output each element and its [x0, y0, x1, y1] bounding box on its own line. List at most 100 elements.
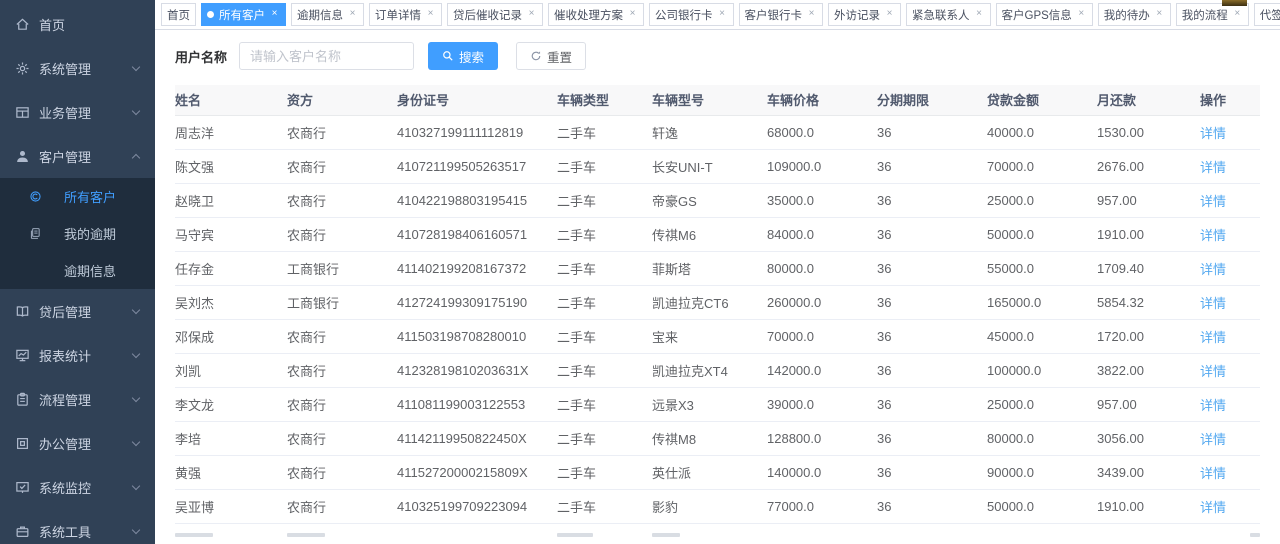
close-icon[interactable]: × — [1154, 9, 1165, 20]
tab-label: 逾期信息 — [297, 7, 343, 23]
search-button[interactable]: 搜索 — [428, 42, 498, 70]
sidebar-item[interactable]: 报表统计 — [0, 333, 155, 377]
sidebar-item[interactable]: 客户管理 — [0, 134, 155, 178]
close-icon[interactable]: × — [269, 9, 280, 20]
cell: 90000.0 — [987, 455, 1097, 489]
cell: 411503198708280010 — [397, 319, 557, 353]
home-icon — [14, 16, 30, 32]
detail-link[interactable]: 详情 — [1200, 432, 1226, 447]
cell: 1910.00 — [1097, 217, 1200, 251]
close-icon[interactable]: × — [974, 9, 985, 20]
overdue-icon — [28, 227, 42, 241]
tab-label: 首页 — [167, 7, 190, 23]
detail-link[interactable]: 详情 — [1200, 500, 1226, 515]
tab[interactable]: 公司银行卡× — [649, 3, 734, 26]
sidebar-item[interactable]: 系统监控 — [0, 465, 155, 509]
detail-link[interactable]: 详情 — [1200, 194, 1226, 209]
table-row: 陈文强农商行410721199505263517二手车长安UNI-T109000… — [175, 149, 1260, 183]
tab[interactable]: 我的流程× — [1176, 3, 1249, 26]
tab[interactable]: 所有客户× — [201, 3, 286, 26]
sidebar-item[interactable]: 业务管理 — [0, 90, 155, 134]
detail-link[interactable]: 详情 — [1200, 262, 1226, 277]
tab[interactable]: 订单详情× — [369, 3, 442, 26]
cell: 黄强 — [175, 455, 287, 489]
tab[interactable]: 代签任务× — [1254, 3, 1280, 26]
sidebar: 首页系统管理业务管理客户管理所有客户我的逾期逾期信息贷后管理报表统计流程管理办公… — [0, 0, 155, 544]
cell: 工商银行 — [287, 285, 397, 319]
tab[interactable]: 外访记录× — [828, 3, 901, 26]
detail-link[interactable]: 详情 — [1200, 364, 1226, 379]
close-icon[interactable]: × — [806, 9, 817, 20]
sidebar-item-label: 业务管理 — [39, 103, 91, 122]
cell: 260000.0 — [767, 285, 877, 319]
cell: 36 — [877, 455, 987, 489]
sidebar-item-label: 办公管理 — [39, 434, 91, 453]
tab[interactable]: 催收处理方案× — [548, 3, 644, 26]
cell: 详情 — [1200, 387, 1260, 421]
tab[interactable]: 逾期信息 × — [291, 3, 364, 26]
cell: 410422198803195415 — [397, 183, 557, 217]
tool-icon — [14, 523, 30, 539]
detail-link[interactable]: 详情 — [1200, 296, 1226, 311]
cell: 411081199003122553 — [397, 387, 557, 421]
sidebar-item-label: 首页 — [39, 15, 65, 34]
cell: 任存金 — [175, 251, 287, 285]
cell: 二手车 — [557, 217, 652, 251]
reset-button[interactable]: 重置 — [516, 42, 586, 70]
sidebar-item[interactable]: 系统管理 — [0, 46, 155, 90]
cell: 1709.40 — [1097, 251, 1200, 285]
tab[interactable]: 首页 — [161, 3, 196, 26]
sidebar-subitem[interactable]: 我的逾期 — [0, 215, 155, 252]
table-row: 黄强农商行41152720000215809X二手车英仕派140000.0369… — [175, 455, 1260, 489]
search-input[interactable] — [239, 42, 414, 70]
detail-link[interactable]: 详情 — [1200, 160, 1226, 175]
sidebar-item[interactable]: 系统工具 — [0, 509, 155, 544]
cell: 140000.0 — [767, 455, 877, 489]
cell: 刘凯 — [175, 353, 287, 387]
detail-link[interactable]: 详情 — [1200, 466, 1226, 481]
close-icon[interactable]: × — [884, 9, 895, 20]
sidebar-item[interactable]: 办公管理 — [0, 421, 155, 465]
cell: 5854.32 — [1097, 285, 1200, 319]
cell: 传祺M8 — [652, 421, 767, 455]
cell: 1530.00 — [1097, 115, 1200, 149]
table-row: 李培农商行41142119950822450X二手车传祺M8128800.036… — [175, 421, 1260, 455]
cell: 宝来 — [652, 319, 767, 353]
tab-label: 我的待办 — [1104, 7, 1150, 23]
sidebar-subitem[interactable]: 逾期信息 — [0, 252, 155, 289]
tab[interactable]: 客户银行卡× — [739, 3, 824, 26]
close-icon[interactable]: × — [1076, 9, 1087, 20]
cell: 详情 — [1200, 251, 1260, 285]
close-icon[interactable]: × — [627, 9, 638, 20]
cell: 农商行 — [287, 115, 397, 149]
close-icon[interactable]: × — [717, 9, 728, 20]
close-icon[interactable]: × — [347, 9, 358, 20]
cell: 详情 — [1200, 421, 1260, 455]
tab[interactable]: 客户GPS信息× — [996, 3, 1093, 26]
close-icon[interactable]: × — [526, 9, 537, 20]
close-icon[interactable]: × — [425, 9, 436, 20]
cell: 影豹 — [652, 489, 767, 523]
sidebar-item[interactable]: 首页 — [0, 2, 155, 46]
cell: 农商行 — [287, 387, 397, 421]
cell: 84000.0 — [767, 217, 877, 251]
tab[interactable]: 我的待办 × — [1098, 3, 1171, 26]
close-icon[interactable]: × — [1232, 9, 1243, 20]
table-body: 周志洋农商行410327199111112819二手车轩逸68000.03640… — [175, 115, 1260, 523]
tab[interactable]: 紧急联系人× — [906, 3, 991, 26]
tab[interactable]: 贷后催收记录× — [447, 3, 543, 26]
detail-link[interactable]: 详情 — [1200, 398, 1226, 413]
sidebar-subitem[interactable]: 所有客户 — [0, 178, 155, 215]
cell: 农商行 — [287, 149, 397, 183]
detail-link[interactable]: 详情 — [1200, 228, 1226, 243]
cell: 详情 — [1200, 353, 1260, 387]
tab-label: 代签任务 — [1260, 7, 1280, 23]
sidebar-item[interactable]: 贷后管理 — [0, 289, 155, 333]
cell: 吴刘杰 — [175, 285, 287, 319]
detail-link[interactable]: 详情 — [1200, 330, 1226, 345]
search-field-label: 用户名称 — [175, 47, 227, 66]
detail-link[interactable]: 详情 — [1200, 126, 1226, 141]
sidebar-item[interactable]: 流程管理 — [0, 377, 155, 421]
cell: 陈文强 — [175, 149, 287, 183]
cell: 赵晓卫 — [175, 183, 287, 217]
